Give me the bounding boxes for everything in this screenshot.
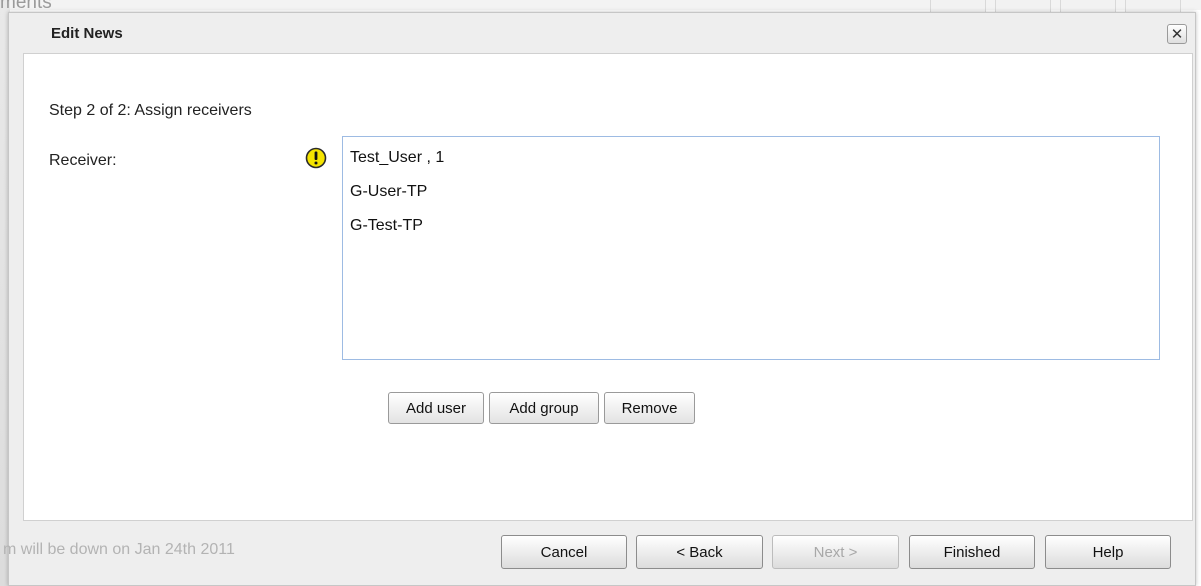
- receiver-label: Receiver:: [49, 152, 117, 169]
- add-user-button[interactable]: Add user: [388, 392, 484, 424]
- dialog-content-panel: Step 2 of 2: Assign receivers Receiver: …: [23, 53, 1193, 521]
- add-user-button-label: Add user: [405, 399, 467, 417]
- remove-button[interactable]: Remove: [604, 392, 695, 424]
- warning-icon: [305, 147, 327, 169]
- next-button-label: Next >: [813, 543, 858, 561]
- receiver-list-item[interactable]: G-Test-TP: [350, 215, 1159, 249]
- remove-button-label: Remove: [621, 399, 678, 417]
- dialog-title: Edit News: [51, 25, 123, 42]
- finished-button[interactable]: Finished: [909, 535, 1035, 569]
- background-status-text: m will be down on Jan 24th 2011: [3, 541, 235, 558]
- receiver-list[interactable]: Test_User , 1 G-User-TP G-Test-TP: [342, 136, 1160, 360]
- edit-news-dialog: Edit News ✕ Step 2 of 2: Assign receiver…: [3, 12, 1196, 586]
- help-button[interactable]: Help: [1045, 535, 1171, 569]
- dialog-titlebar: Edit News ✕: [9, 13, 1195, 53]
- receiver-list-item[interactable]: G-User-TP: [350, 181, 1159, 215]
- finished-button-label: Finished: [943, 543, 1001, 561]
- add-group-button-label: Add group: [509, 399, 579, 417]
- step-label: Step 2 of 2: Assign receivers: [49, 102, 252, 119]
- back-button[interactable]: < Back: [636, 535, 763, 569]
- close-button[interactable]: ✕: [1167, 24, 1187, 44]
- next-button[interactable]: Next >: [772, 535, 899, 569]
- receiver-list-item[interactable]: Test_User , 1: [350, 147, 1159, 181]
- help-button-label: Help: [1092, 543, 1124, 561]
- back-button-label: < Back: [676, 543, 723, 561]
- cancel-button[interactable]: Cancel: [501, 535, 627, 569]
- add-group-button[interactable]: Add group: [489, 392, 599, 424]
- cancel-button-label: Cancel: [540, 543, 588, 561]
- close-icon: ✕: [1170, 25, 1184, 43]
